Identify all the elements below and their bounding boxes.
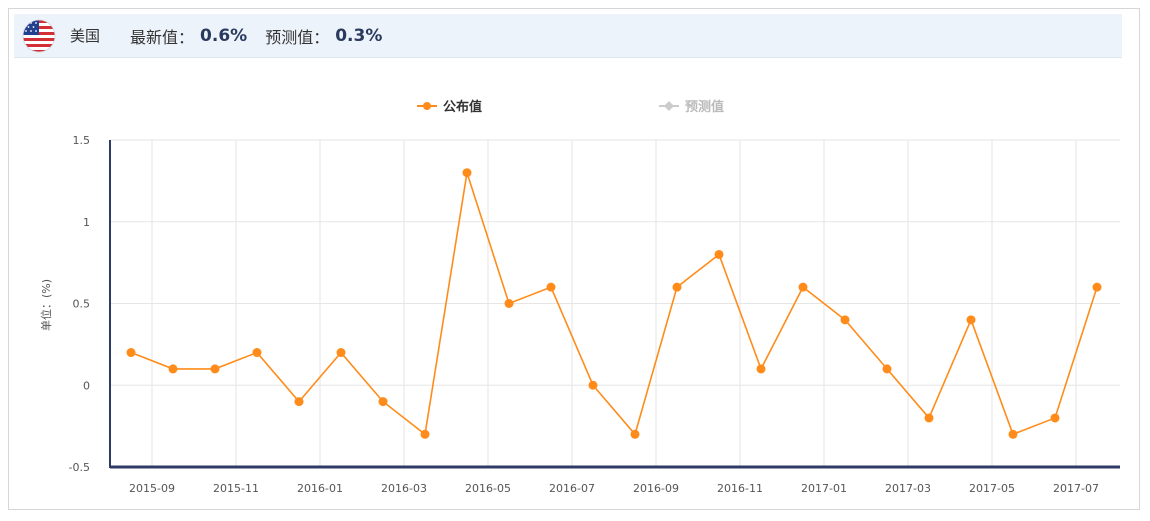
data-point	[588, 380, 598, 390]
data-point	[210, 364, 220, 374]
x-tick-label: 2016-07	[549, 482, 595, 495]
data-point	[1008, 429, 1018, 439]
line-chart: 1.5 1 0.5 0 -0.5 2015-09 2015-11 2016-01 2016-0…	[39, 99, 1120, 495]
x-tick-label: 2017-03	[885, 482, 931, 495]
y-tick-label: 1.5	[73, 134, 91, 147]
y-tick-label: 0.5	[73, 298, 91, 311]
y-tick-label: 1	[83, 216, 90, 229]
data-point	[126, 348, 136, 358]
x-tick-label: 2017-07	[1053, 482, 1099, 495]
data-point	[168, 364, 178, 374]
x-tick-label: 2016-11	[717, 482, 763, 495]
data-point	[420, 429, 430, 439]
legend-forecast-label: 预测值	[685, 99, 724, 115]
data-point	[882, 364, 892, 374]
legend-published-marker	[423, 102, 431, 110]
x-tick-label: 2016-03	[381, 482, 427, 495]
x-tick-label: 2015-09	[129, 482, 175, 495]
data-point	[1092, 282, 1102, 292]
data-point	[462, 168, 472, 178]
y-tick-label: -0.5	[69, 461, 90, 474]
y-axis-label: 单位：(%)	[39, 279, 53, 331]
x-tick-label: 2016-09	[633, 482, 679, 495]
legend-item-forecast[interactable]: 预测值	[659, 99, 724, 115]
x-tick-labels: 2015-09 2015-11 2016-01 2016-03 2016-05 2016-…	[129, 482, 1099, 495]
data-point	[1050, 413, 1060, 423]
legend-forecast-marker	[664, 101, 674, 111]
data-point	[546, 282, 556, 292]
data-point	[966, 315, 976, 325]
x-tick-label: 2016-05	[465, 482, 511, 495]
legend: 公布值 预测值	[417, 99, 724, 115]
data-point	[294, 397, 304, 407]
data-point	[630, 429, 640, 439]
x-tick-label: 2015-11	[213, 482, 259, 495]
data-point	[504, 299, 514, 308]
gridlines	[110, 139, 1120, 467]
legend-published-label: 公布值	[443, 99, 482, 115]
data-point	[840, 315, 850, 325]
legend-item-published[interactable]: 公布值	[417, 99, 482, 115]
data-point	[672, 282, 682, 292]
data-point	[924, 413, 934, 423]
x-tick-label: 2017-05	[969, 482, 1015, 495]
x-tick-label: 2017-01	[801, 482, 847, 495]
data-point	[336, 348, 346, 358]
data-point	[756, 364, 766, 374]
y-tick-labels: 1.5 1 0.5 0 -0.5	[69, 134, 90, 474]
data-point	[252, 348, 262, 358]
data-point	[714, 249, 724, 259]
y-tick-label: 0	[83, 379, 90, 392]
x-tick-label: 2016-01	[297, 482, 343, 495]
data-point	[798, 282, 808, 292]
data-point	[378, 397, 388, 407]
